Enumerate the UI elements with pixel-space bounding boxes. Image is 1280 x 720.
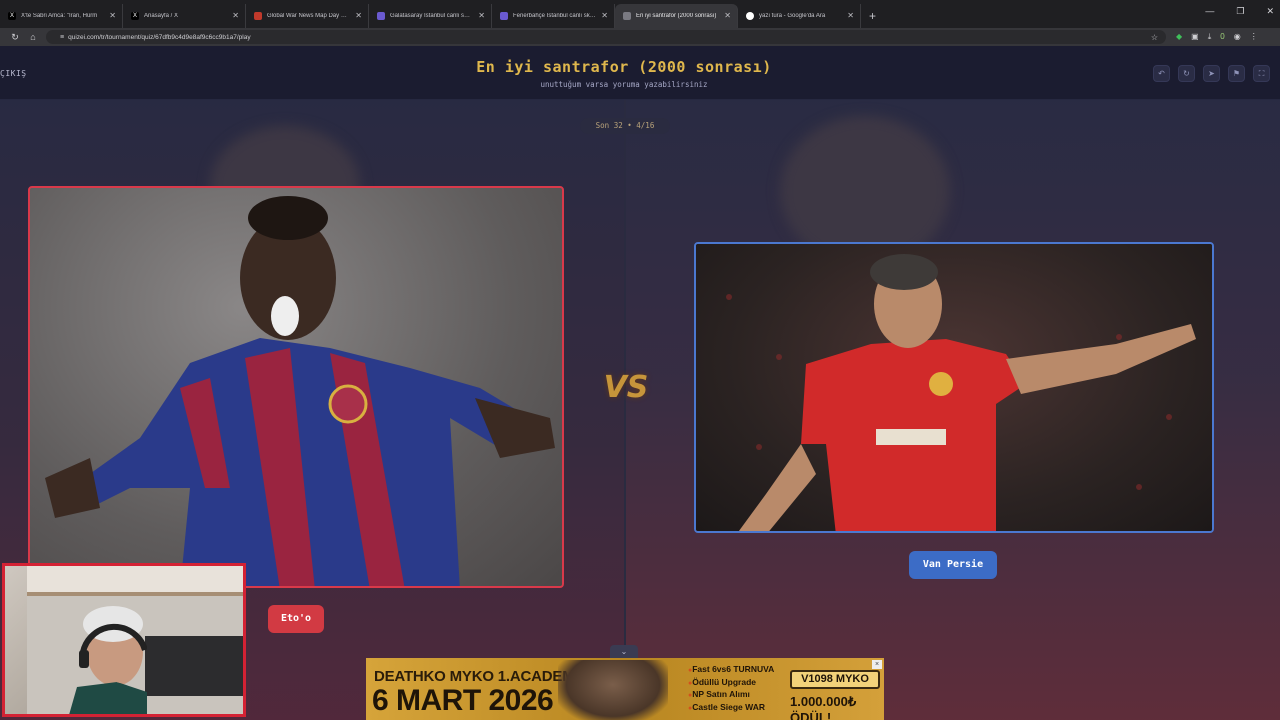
left-choice-button[interactable]: Eto'o bbox=[268, 605, 324, 633]
close-window-icon[interactable]: ✕ bbox=[1266, 6, 1274, 17]
streamer-image bbox=[69, 606, 147, 714]
tab-title: Fenerbahçe İstanbul canlı skoru bbox=[513, 13, 596, 19]
vs-icon: VS bbox=[603, 370, 649, 405]
maximize-icon[interactable]: ❐ bbox=[1236, 6, 1244, 17]
webcam-background bbox=[5, 566, 27, 714]
player-silhouette bbox=[45, 196, 555, 586]
reload-icon[interactable]: ↻ bbox=[6, 32, 24, 43]
tab-title: Anasayfa / X bbox=[144, 13, 179, 19]
tab-title: Global War News Map Day 14 7 bbox=[267, 13, 350, 19]
browser-tab[interactable]: Fenerbahçe İstanbul canlı skoru ✕ bbox=[492, 4, 615, 28]
x-icon: X bbox=[8, 12, 16, 20]
close-icon[interactable]: ✕ bbox=[232, 11, 239, 20]
close-icon[interactable]: ✕ bbox=[355, 11, 362, 20]
browser-tab[interactable]: Global War News Map Day 14 7 ✕ bbox=[246, 4, 369, 28]
close-icon[interactable]: ✕ bbox=[847, 11, 854, 20]
download-icon[interactable]: ⤓ bbox=[1208, 32, 1212, 42]
player-photo bbox=[696, 244, 1212, 531]
profile-icon[interactable]: ◉ bbox=[1234, 32, 1241, 42]
player-photo bbox=[30, 188, 562, 586]
ad-banner[interactable]: DEATHKO MYKO 1.ACADEMY 6 MART 2026 Fast … bbox=[366, 658, 884, 720]
ad-character-image bbox=[558, 660, 668, 720]
restart-icon[interactable]: ↻ bbox=[1178, 65, 1195, 82]
browser-tab[interactable]: X Anasayfa / X ✕ bbox=[123, 4, 246, 28]
fullscreen-icon[interactable]: ⛶ bbox=[1253, 65, 1270, 82]
webcam-overlay bbox=[2, 563, 246, 717]
url-text: quizei.com/tr/tournament/quiz/67dfb9c4d9… bbox=[68, 33, 251, 41]
webcam-background bbox=[145, 636, 243, 696]
ad-feature: Castle Siege WAR bbox=[688, 702, 774, 715]
browser-tab-bar: X X'te Sabri Amca: "İran, Hürm ✕ X Anasayfa… bbox=[0, 0, 1280, 28]
player-silhouette bbox=[738, 254, 1196, 531]
browser-tab-active[interactable]: En iyi santrafor (2000 sonrası) ✕ bbox=[615, 4, 738, 28]
close-icon[interactable]: ✕ bbox=[601, 11, 608, 20]
google-icon bbox=[746, 12, 754, 20]
report-flag-icon[interactable]: ⚑ bbox=[1228, 65, 1245, 82]
tab-title: yazı tura - Google'da Ara bbox=[759, 13, 826, 19]
tab-title: Galatasaray İstanbul canlı skoru bbox=[390, 13, 473, 19]
ad-feature: NP Satın Alımı bbox=[688, 689, 774, 702]
quiz-icon bbox=[623, 12, 631, 20]
download-count: 0 bbox=[1220, 32, 1225, 41]
browser-tab[interactable]: yazı tura - Google'da Ara ✕ bbox=[738, 4, 861, 28]
browser-tab[interactable]: X X'te Sabri Amca: "İran, Hürm ✕ bbox=[0, 4, 123, 28]
x-icon: X bbox=[131, 12, 139, 20]
ad-feature: Fast 6vs6 TURNUVA bbox=[688, 664, 774, 677]
toolbar: ↶ ↻ ➤ ⚑ ⛶ bbox=[1153, 65, 1270, 82]
score-icon bbox=[500, 12, 508, 20]
right-choice-card[interactable] bbox=[694, 242, 1214, 533]
ad-feature-list: Fast 6vs6 TURNUVA Ödüllü Upgrade NP Satı… bbox=[688, 664, 774, 714]
extensions-bar: ◆ ▣ ⤓ 0 ◉ ⋮ bbox=[1176, 32, 1258, 42]
site-info-icon[interactable]: ≡ bbox=[60, 34, 64, 41]
undo-icon[interactable]: ↶ bbox=[1153, 65, 1170, 82]
round-indicator: Son 32 • 4/16 bbox=[580, 118, 670, 134]
close-icon[interactable]: ✕ bbox=[109, 11, 116, 20]
ad-code-badge: V1098 MYKO bbox=[790, 670, 880, 689]
quiz-page: ÇIKIŞ En iyi santrafor (2000 sonrası) un… bbox=[0, 46, 1280, 720]
bookmark-star-icon[interactable]: ☆ bbox=[1151, 33, 1158, 42]
tab-title: En iyi santrafor (2000 sonrası) bbox=[636, 13, 717, 19]
ad-feature: Ödüllü Upgrade bbox=[688, 677, 774, 690]
minimize-icon[interactable]: — bbox=[1205, 6, 1214, 17]
home-icon[interactable]: ⌂ bbox=[24, 32, 42, 42]
close-icon[interactable]: ✕ bbox=[478, 11, 485, 20]
ad-headline: DEATHKO MYKO 1.ACADEMY bbox=[374, 668, 585, 685]
new-tab-button[interactable]: + bbox=[861, 4, 884, 28]
close-icon[interactable]: ✕ bbox=[724, 11, 731, 20]
url-field[interactable]: ≡ quizei.com/tr/tournament/quiz/67dfb9c4… bbox=[46, 30, 1166, 44]
extension-icon[interactable]: ◆ bbox=[1176, 32, 1182, 42]
quiz-header: ÇIKIŞ En iyi santrafor (2000 sonrası) un… bbox=[0, 46, 1280, 100]
left-choice-card[interactable] bbox=[28, 186, 564, 588]
chevron-down-icon[interactable]: ⌄ bbox=[610, 645, 638, 658]
menu-icon[interactable]: ⋮ bbox=[1250, 32, 1258, 42]
share-icon[interactable]: ➤ bbox=[1203, 65, 1220, 82]
puzzle-icon[interactable]: ▣ bbox=[1191, 32, 1199, 42]
address-bar-row: ↻ ⌂ ≡ quizei.com/tr/tournament/quiz/67df… bbox=[0, 28, 1280, 46]
ad-prize: 1.000.000₺ ÖDÜL! bbox=[790, 694, 857, 720]
window-controls: — ❐ ✕ bbox=[1205, 6, 1274, 17]
score-icon bbox=[377, 12, 385, 20]
ad-date: 6 MART 2026 bbox=[372, 684, 554, 717]
page-subtitle: unuttuğum varsa yoruma yazabilirsiniz bbox=[540, 80, 708, 89]
center-divider bbox=[624, 100, 626, 720]
browser-tab[interactable]: Galatasaray İstanbul canlı skoru ✕ bbox=[369, 4, 492, 28]
news-icon bbox=[254, 12, 262, 20]
close-icon[interactable]: × bbox=[872, 660, 882, 669]
right-choice-button[interactable]: Van Persie bbox=[909, 551, 997, 579]
tab-title: X'te Sabri Amca: "İran, Hürm bbox=[21, 13, 98, 19]
page-title: En iyi santrafor (2000 sonrası) bbox=[476, 58, 772, 76]
